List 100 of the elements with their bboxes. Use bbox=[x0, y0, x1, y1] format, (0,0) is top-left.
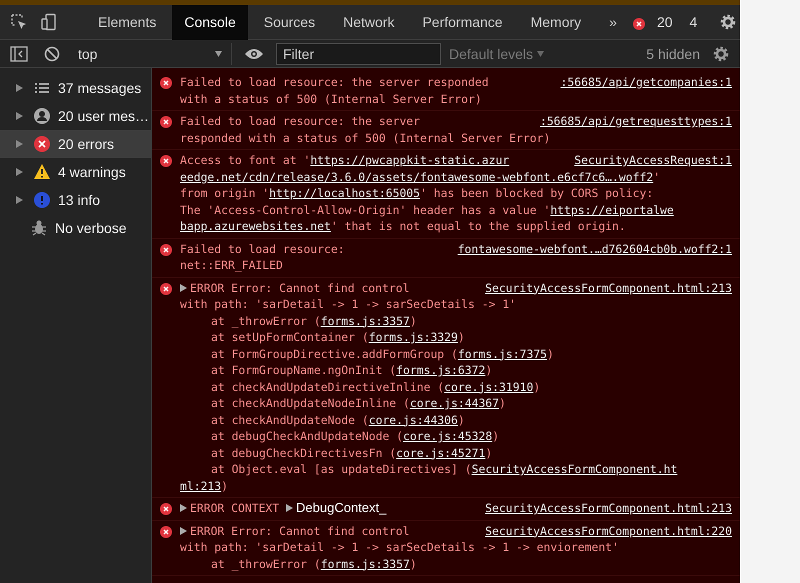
error-count: 20 bbox=[656, 14, 673, 30]
source-link[interactable]: forms.js:6372 bbox=[396, 362, 486, 378]
error-icon bbox=[160, 526, 172, 538]
message-text: ) bbox=[499, 395, 506, 412]
warning-icon bbox=[33, 163, 51, 181]
sidebar-item[interactable]: 4 warnings bbox=[0, 158, 151, 186]
message-text: from origin ' bbox=[180, 185, 270, 202]
message-text: with path: 'sarDetail -> 1 -> sarSecDetails -> 1' bbox=[180, 296, 516, 312]
message-text: Failed to load resource: the server bbox=[180, 113, 420, 130]
error-icon bbox=[632, 18, 645, 30]
source-link[interactable]: eedge.net/cdn/release/3.6.0/assets/fontawesome-webfont.e6cf7c6….woff2 bbox=[180, 168, 654, 185]
message-text: with path: 'sarDetail -> 1 -> sarSecDetails -> 1 -> enviorement' bbox=[180, 539, 619, 556]
source-link[interactable]: :56685/api/getrequesttypes:1 bbox=[540, 113, 732, 130]
source-link[interactable]: SecurityAccessFormComponent.html:213 bbox=[485, 280, 732, 296]
error-icon bbox=[160, 244, 172, 256]
message-text: Failed to load resource: the server responded bbox=[180, 74, 489, 90]
message-text: at checkAndUpdateNodeInline ( bbox=[211, 395, 410, 412]
message-text: at debugCheckDirectivesFn ( bbox=[211, 444, 396, 461]
dropdown-caret-icon bbox=[537, 50, 544, 58]
error-icon bbox=[160, 282, 172, 294]
message-text: ERROR Error: Cannot find control bbox=[190, 522, 410, 539]
message-text: ) bbox=[492, 428, 500, 444]
source-link[interactable]: forms.js:7375 bbox=[458, 346, 548, 362]
message-text: ' bbox=[653, 168, 660, 185]
panel-tab[interactable]: Performance bbox=[410, 5, 515, 40]
error-icon bbox=[160, 116, 172, 128]
message-text: ) bbox=[458, 329, 465, 346]
user-icon bbox=[33, 107, 51, 125]
warning-count: 4 bbox=[690, 14, 698, 30]
message-text: at _throwError ( bbox=[211, 312, 321, 329]
source-link[interactable]: core.js:44367 bbox=[410, 395, 500, 412]
sidebar-item[interactable]: 13 info bbox=[0, 186, 151, 214]
expand-icon[interactable] bbox=[286, 504, 294, 512]
message-text: at checkAndUpdateDirectiveInline ( bbox=[211, 378, 444, 395]
context-select[interactable]: top bbox=[72, 42, 232, 64]
message-text: ERROR CONTEXT bbox=[190, 500, 280, 516]
message-text: Failed to load resource: bbox=[180, 240, 345, 257]
source-link[interactable]: core.js:45271 bbox=[396, 444, 486, 461]
source-link[interactable]: forms.js:3329 bbox=[368, 329, 458, 346]
message-text: ' has been blocked by CORS policy: bbox=[420, 185, 654, 202]
bug-icon bbox=[30, 219, 48, 237]
panel-tab[interactable]: Elements bbox=[86, 5, 168, 40]
source-link[interactable]: https://eiportalwe bbox=[550, 202, 674, 218]
message-text: at checkAndUpdateNode ( bbox=[211, 412, 369, 428]
message-text: at FormGroupDirective.addFormGroup ( bbox=[211, 346, 458, 362]
sidebar-item[interactable]: 20 errors bbox=[0, 130, 151, 158]
message-text: ) bbox=[410, 556, 417, 572]
source-link[interactable]: core.js:44306 bbox=[368, 412, 458, 428]
panel-tab[interactable]: Memory bbox=[518, 5, 594, 40]
message-text: at _throwError ( bbox=[211, 556, 321, 572]
message-text: net::ERR_FAILED bbox=[180, 257, 283, 274]
sidebar-item[interactable]: 37 messages bbox=[0, 74, 151, 102]
message-text: The 'Access-Control-Allow-Origin' header has a value ' bbox=[180, 202, 550, 218]
object-preview[interactable]: DebugContext_ bbox=[296, 500, 386, 516]
message-text: at Object.eval [as updateDirectives] ( bbox=[211, 461, 472, 478]
source-link[interactable]: ml:213 bbox=[180, 478, 222, 494]
source-link[interactable]: core.js:45328 bbox=[403, 428, 492, 444]
expand-icon[interactable] bbox=[180, 504, 187, 512]
expand-icon[interactable] bbox=[180, 526, 187, 535]
panel-tab[interactable]: Network bbox=[331, 5, 406, 40]
source-link[interactable]: forms.js:3357 bbox=[320, 556, 410, 572]
source-link[interactable]: SecurityAccessFormComponent.ht bbox=[472, 461, 678, 478]
more-tabs-button[interactable]: » bbox=[597, 5, 629, 40]
source-link[interactable]: SecurityAccessFormComponent.html:220 bbox=[485, 522, 732, 539]
message-text: at debugCheckAndUpdateNode ( bbox=[211, 428, 404, 444]
message-text: ) bbox=[485, 362, 492, 378]
filter-input[interactable]: Filter bbox=[276, 42, 441, 64]
error-icon bbox=[160, 155, 172, 167]
message-text: ) bbox=[221, 478, 228, 494]
source-link[interactable]: SecurityAccessFormComponent.html:213 bbox=[485, 500, 732, 516]
message-text: at FormGroupName.ngOnInit ( bbox=[211, 362, 396, 378]
source-link[interactable]: core.js:31910 bbox=[444, 378, 534, 395]
message-text: responded with a status of 500 (Internal Server Error) bbox=[180, 130, 550, 146]
message-text: ) bbox=[458, 412, 465, 428]
sidebar-item[interactable]: No verbose bbox=[0, 214, 151, 242]
error-icon bbox=[160, 503, 172, 515]
dropdown-caret-icon bbox=[215, 50, 222, 58]
expand-icon bbox=[16, 196, 23, 204]
sidebar-item[interactable]: 20 user mes… bbox=[0, 102, 151, 130]
expand-icon[interactable] bbox=[180, 284, 187, 292]
source-link[interactable]: http://localhost:65005 bbox=[269, 185, 420, 202]
message-text: at setUpFormContainer ( bbox=[211, 329, 369, 346]
source-link[interactable]: bapp.azurewebsites.net bbox=[180, 218, 331, 234]
info-icon bbox=[33, 191, 51, 209]
error-icon bbox=[33, 135, 51, 153]
message-text: ' that is not equal to the supplied origin. bbox=[330, 218, 626, 234]
source-link[interactable]: https://pwcappkit-static.azur bbox=[310, 152, 510, 168]
source-link[interactable]: SecurityAccessRequest:1 bbox=[574, 152, 732, 168]
message-text: with a status of 500 (Internal Server Error) bbox=[180, 90, 482, 107]
source-link[interactable]: :56685/api/getcompanies:1 bbox=[560, 74, 732, 90]
source-link[interactable]: forms.js:3357 bbox=[320, 312, 410, 329]
panel-tab[interactable]: Sources bbox=[252, 5, 328, 40]
expand-icon bbox=[16, 140, 23, 148]
message-text: ) bbox=[533, 378, 540, 395]
message-text: ERROR Error: Cannot find control bbox=[190, 280, 410, 296]
source-link[interactable]: fontawesome-webfont.…d762604cb0b.woff2:1 bbox=[458, 240, 732, 257]
message-text: ) bbox=[547, 346, 554, 362]
panel-tab[interactable]: Console bbox=[172, 5, 248, 40]
message-text: ) bbox=[410, 312, 417, 329]
message-text: Access to font at ' bbox=[180, 152, 310, 168]
